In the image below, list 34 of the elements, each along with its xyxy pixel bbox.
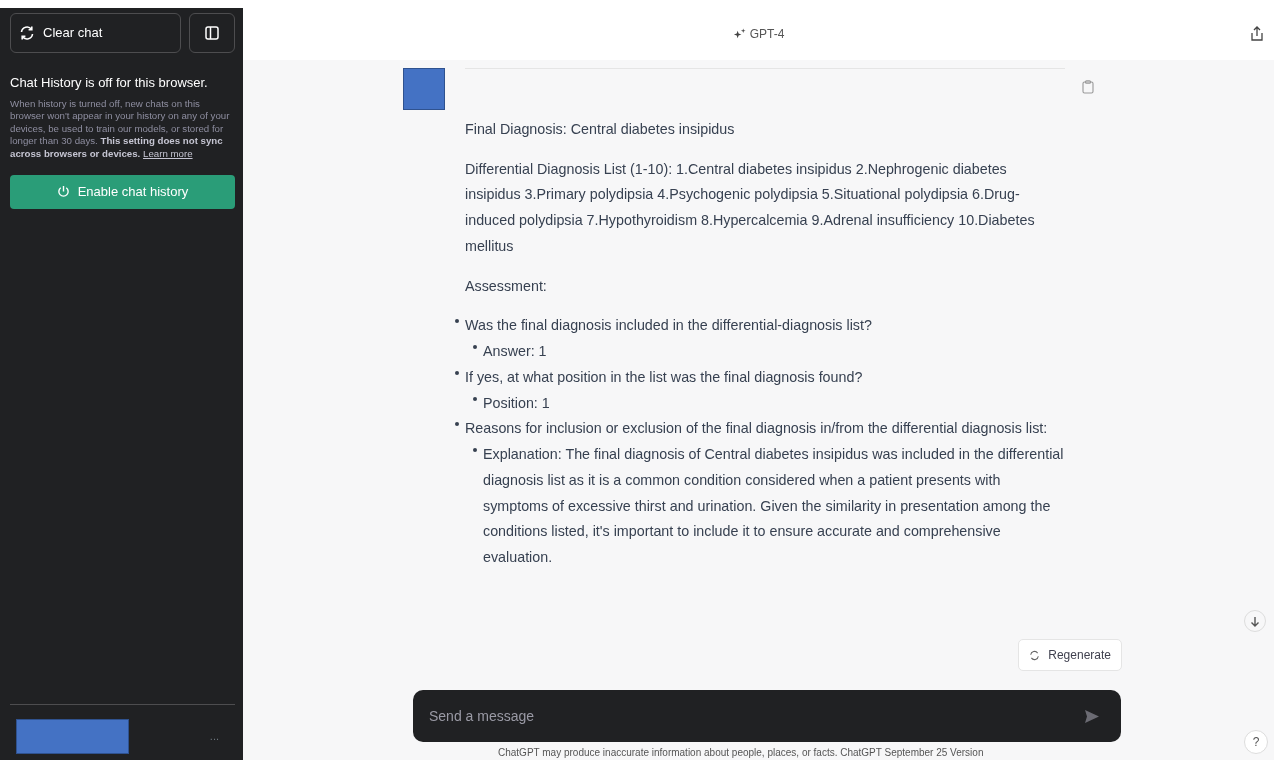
bullet-icon	[455, 370, 459, 375]
list-item-text: Answer: 1	[483, 342, 547, 362]
message-paragraph: Assessment:	[465, 276, 548, 296]
disclaimer-text: ChatGPT may produce inaccurate information about people, places, or facts. ChatGPT September 25 Version	[498, 747, 984, 759]
message-input[interactable]: Send a message	[413, 690, 1121, 742]
notice-text: When history is turned off, new chats on this browser won't appear in your history on any of your devices, be used to train our models, or stored for longer than 30 days. This setting does not sync across browsers or devices. Learn more	[10, 97, 231, 161]
list-item-text: Explanation: The final diagnosis of Central diabetes insipidus was included in the differential diagnosis list as it is a common condition considered when a patient presents with symptoms of excessive thirst and urination. Given the similarity in presentation among the conditions listed, it's important to include it to ensure accurate and comprehensive evaluation.	[483, 445, 1065, 567]
learn-more-link[interactable]: Learn more	[143, 147, 193, 159]
clear-chat-button[interactable]: Clear chat	[10, 13, 181, 53]
clipboard-icon[interactable]	[1082, 80, 1094, 94]
send-icon[interactable]	[1085, 710, 1099, 723]
bullet-icon	[473, 396, 477, 401]
bullet-icon	[455, 422, 459, 427]
message-paragraph: Final Diagnosis: Central diabetes insipidus	[465, 120, 736, 139]
regenerate-button[interactable]: Regenerate	[1018, 639, 1122, 671]
refresh-icon	[1029, 649, 1041, 661]
power-icon	[56, 185, 70, 199]
list-item-text: Was the final diagnosis included in the differential-diagnosis list?	[465, 316, 872, 336]
notice-title: Chat History is off for this browser.	[10, 74, 209, 92]
arrow-down-icon	[1250, 615, 1260, 627]
message-paragraph: Differential Diagnosis List (1-10): 1.Central diabetes insipidus 2.Nephrogenic diabetes insipidus 3.Primary polydipsia 4.Psychogenic polydipsia 5.Situational polydipsia 6.Drug-induced polydipsia 7.Hypothyroidism 8.Hypercalcemia 9.Adrenal insufficiency 10.Diabetes mellitus	[465, 159, 1036, 256]
sidebar-toggle-button[interactable]	[189, 13, 235, 53]
model-name: GPT-4	[749, 26, 785, 43]
bullet-icon	[473, 448, 477, 453]
share-icon[interactable]	[1250, 26, 1264, 42]
list-item-text: Reasons for inclusion or exclusion of the final diagnosis in/from the differential diagnosis list:	[465, 419, 1048, 439]
bullet-icon	[473, 345, 477, 350]
list-item-text: Position: 1	[483, 393, 550, 413]
list-item-text: If yes, at what position in the list was the final diagnosis found?	[465, 367, 863, 387]
bullet-icon	[455, 319, 459, 324]
refresh-icon	[19, 25, 35, 41]
redaction-block	[403, 68, 445, 110]
sparkle-icon	[732, 27, 746, 41]
sidebar-icon	[205, 26, 219, 40]
